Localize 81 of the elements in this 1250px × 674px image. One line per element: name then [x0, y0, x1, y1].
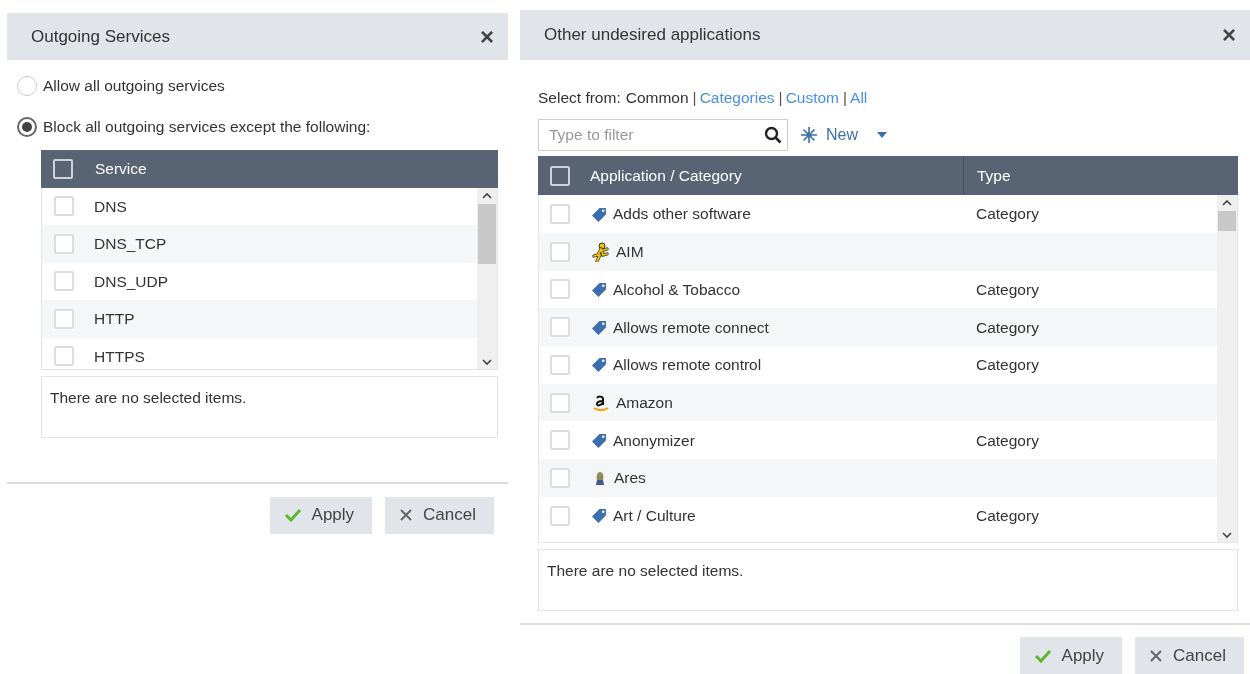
close-icon — [399, 508, 414, 522]
table-cell-text: Category — [976, 505, 1039, 526]
table-cell-text: Art / Culture — [613, 505, 696, 526]
tag-icon — [592, 508, 607, 524]
scrollbar-thumb[interactable] — [478, 203, 496, 264]
table-cell-text: AIM — [616, 242, 644, 263]
selection-note: There are no selected items. — [538, 549, 1238, 612]
checkbox[interactable] — [550, 505, 570, 526]
scroll-up-icon — [1222, 199, 1232, 208]
column-header: Type — [977, 166, 1011, 187]
check-icon — [283, 508, 302, 522]
dialog-title: Other undesired applications — [544, 24, 761, 47]
checkbox[interactable] — [550, 317, 570, 338]
cancel-button[interactable]: Cancel — [385, 496, 494, 534]
close-button[interactable]: × — [1222, 23, 1236, 47]
table-cell-text: Category — [976, 204, 1039, 225]
separator: | — [692, 88, 697, 108]
scrollbar[interactable] — [1217, 195, 1237, 543]
radio-button[interactable] — [17, 116, 37, 137]
column-header: Application / Category — [590, 156, 964, 196]
table-cell-text: Category — [976, 279, 1039, 300]
table-cell-text: Allows remote connect — [613, 317, 769, 338]
scrollbar-thumb[interactable] — [1218, 211, 1236, 232]
scroll-up-icon — [482, 191, 492, 200]
table-cell-text: Adds other software — [613, 204, 751, 225]
checkbox[interactable] — [54, 271, 74, 292]
check-icon — [1033, 648, 1052, 663]
scroll-down-icon — [1222, 531, 1232, 540]
separator: | — [778, 88, 783, 108]
running-figure-icon — [592, 241, 610, 262]
table-cell-text: Anonymizer — [613, 430, 695, 451]
selection-note: There are no selected items. — [41, 375, 498, 438]
checkbox[interactable] — [54, 308, 74, 329]
table-cell-text: Category — [976, 355, 1039, 376]
checkbox[interactable] — [550, 467, 570, 488]
table-cell-text: Ares — [614, 468, 646, 489]
checkbox[interactable] — [54, 196, 74, 217]
checkbox[interactable] — [550, 392, 570, 413]
new-button[interactable]: New — [794, 123, 894, 148]
table-cell-text: Category — [976, 317, 1039, 338]
checkbox[interactable] — [550, 430, 570, 451]
table-cell-text: DNS — [94, 196, 127, 217]
table-cell-text: HTTPS — [94, 346, 145, 367]
separator: | — [843, 88, 848, 108]
checkbox[interactable] — [550, 241, 570, 262]
checkbox[interactable] — [550, 165, 570, 186]
table-cell-text: DNS_UDP — [94, 271, 169, 292]
tag-icon — [592, 432, 607, 448]
apply-button[interactable]: Apply — [269, 496, 373, 534]
cancel-button[interactable]: Cancel — [1135, 637, 1244, 674]
tag-icon — [592, 281, 607, 297]
close-button[interactable]: × — [480, 24, 494, 49]
tag-icon — [592, 357, 607, 373]
table-cell-text: Alcohol & Tobacco — [613, 279, 741, 300]
sparkle-icon — [800, 126, 818, 145]
dialog-title: Outgoing Services — [31, 25, 170, 48]
apply-button[interactable]: Apply — [1019, 637, 1123, 674]
checkbox[interactable] — [550, 204, 570, 225]
filter-field[interactable]: Type to filter — [538, 119, 788, 152]
close-icon — [1149, 648, 1164, 663]
table-cell-text: Allows remote control — [613, 355, 762, 376]
scrollbar[interactable] — [477, 187, 497, 369]
table-cell-text: Amazon — [616, 392, 673, 413]
table-cell-text: Category — [976, 430, 1039, 451]
option-label[interactable]: Allow all outgoing services — [43, 74, 225, 98]
option-label[interactable]: Block all outgoing services except the following: — [43, 115, 371, 139]
search-icon — [764, 126, 782, 145]
tag-icon — [592, 319, 607, 335]
scroll-down-icon — [482, 357, 492, 366]
checkbox[interactable] — [54, 233, 74, 254]
table-cell-text: DNS_TCP — [94, 234, 167, 255]
filter-option[interactable]: Common — [625, 86, 689, 110]
checkbox[interactable] — [54, 346, 74, 367]
tag-icon — [592, 206, 607, 222]
checkbox[interactable] — [550, 354, 570, 375]
checkbox[interactable] — [550, 279, 570, 300]
table-cell-text: HTTP — [94, 309, 135, 330]
select-from-label: Select from: — [538, 88, 621, 108]
column-header: Service — [95, 158, 147, 179]
caret-icon — [876, 131, 888, 140]
checkbox[interactable] — [53, 158, 73, 179]
